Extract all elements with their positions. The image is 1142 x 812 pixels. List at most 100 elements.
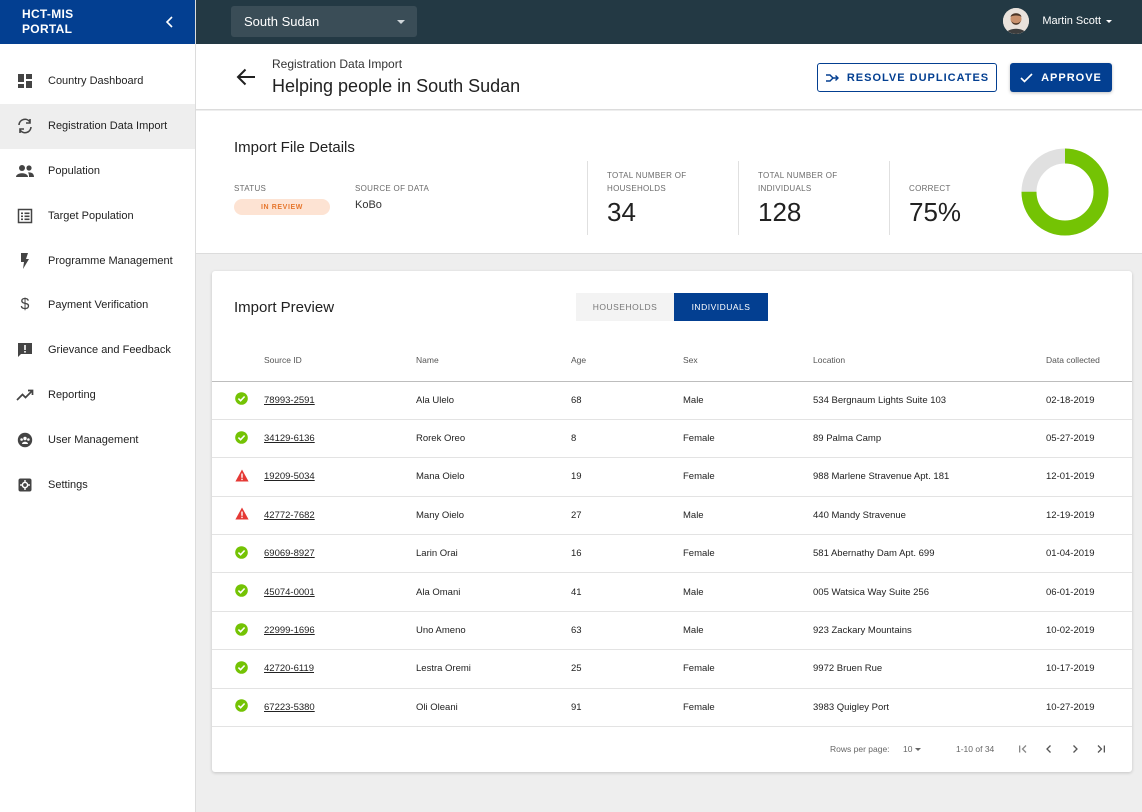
individuals-value: 128 (758, 197, 802, 227)
check-icon (1020, 72, 1033, 83)
dollar-icon: $ (20, 296, 30, 314)
table-row[interactable]: 67223-5380 Oli Oleani 91 Female 3983 Quigley… (212, 688, 1132, 728)
column-header-source-id[interactable]: Source ID (264, 340, 416, 382)
user-menu[interactable]: Martin Scott (1003, 8, 1112, 34)
previous-page-button[interactable] (1042, 742, 1056, 756)
import-file-details: Import File Details STATUS IN REVIEW SOU… (196, 111, 1142, 254)
age-cell: 91 (571, 688, 683, 728)
date-collected-cell: 10-17-2019 (1046, 649, 1132, 689)
sidebar-item-registration-data-import[interactable]: Registration Data Import (0, 103, 195, 149)
sidebar-item-target-population[interactable]: Target Population (0, 193, 195, 238)
date-collected-cell: 05-27-2019 (1046, 419, 1132, 459)
table-row[interactable]: 22999-1696 Uno Ameno 63 Male 923 Zackary Mou… (212, 611, 1132, 651)
source-id-link[interactable]: 42720-6119 (264, 663, 314, 674)
source-id-link[interactable]: 45074-0001 (264, 587, 315, 598)
name-cell: Lestra Oremi (416, 649, 571, 689)
status-field: STATUS IN REVIEW (234, 182, 330, 215)
merge-icon (825, 73, 839, 82)
check-circle-icon (235, 699, 248, 713)
sidebar-item-label: Target Population (48, 209, 134, 222)
source-id-link[interactable]: 69069-8927 (264, 548, 315, 559)
next-page-button[interactable] (1068, 742, 1082, 756)
households-stat: TOTAL NUMBER OF HOUSEHOLDS 34 (607, 169, 686, 228)
resolve-duplicates-label: RESOLVE DUPLICATES (846, 71, 990, 84)
name-cell: Mana Oielo (416, 457, 571, 497)
age-cell: 68 (571, 381, 683, 420)
households-label-line1: TOTAL NUMBER OF (607, 171, 687, 180)
correct-value: 75% (909, 197, 962, 227)
rows-per-page-select[interactable]: 10 (903, 744, 922, 754)
source-id-link[interactable]: 34129-6136 (264, 433, 315, 444)
table-row[interactable]: 69069-8927 Larin Orai 16 Female 581 Abernath… (212, 534, 1132, 574)
source-label: SOURCE OF DATA (355, 184, 430, 193)
user-name: Martin Scott (1042, 15, 1101, 27)
sidebar-item-user-management[interactable]: User Management (0, 417, 195, 462)
sidebar-item-label: Programme Management (48, 254, 173, 267)
details-title: Import File Details (234, 139, 355, 156)
column-header-age[interactable]: Age (571, 340, 683, 382)
location-cell: 440 Mandy Stravenue (813, 496, 1046, 536)
table-row[interactable]: 42772-7682 Many Oielo 27 Male 440 Mandy Stra… (212, 496, 1132, 536)
table-row[interactable]: 19209-5034 Mana Oielo 19 Female 988 Marlene … (212, 457, 1132, 497)
approve-button[interactable]: APPROVE (1010, 63, 1112, 92)
sidebar-item-label: Grievance and Feedback (48, 344, 171, 357)
sidebar-item-payment-verification[interactable]: $ Payment Verification (0, 283, 195, 328)
sidebar-item-reporting[interactable]: Reporting (0, 373, 195, 418)
table-header-row: Source ID Name Age Sex Location Data col… (212, 340, 1132, 382)
source-id-link[interactable]: 42772-7682 (264, 510, 315, 521)
check-circle-icon (235, 430, 248, 444)
last-page-button[interactable] (1094, 742, 1108, 756)
sex-cell: Female (683, 419, 813, 459)
chevron-down-icon (1106, 19, 1112, 23)
back-arrow-icon[interactable] (236, 68, 256, 86)
date-collected-cell: 01-04-2019 (1046, 534, 1132, 574)
age-cell: 25 (571, 649, 683, 689)
top-bar: South Sudan Martin Scott (196, 0, 1142, 44)
divider (738, 161, 739, 235)
age-cell: 16 (571, 534, 683, 574)
individuals-table: Source ID Name Age Sex Location Data col… (212, 340, 1132, 728)
table-row[interactable]: 78993-2591 Ala Ulelo 68 Male 534 Bergnaum Li… (212, 381, 1132, 420)
sidebar-item-settings[interactable]: Settings (0, 462, 195, 507)
flash-icon (16, 252, 34, 270)
tab-households[interactable]: HOUSEHOLDS (576, 293, 674, 321)
column-header-sex[interactable]: Sex (683, 340, 813, 382)
sidebar-item-programme-management[interactable]: Programme Management (0, 238, 195, 283)
table-row[interactable]: 45074-0001 Ala Omani 41 Male 005 Watsica Way… (212, 572, 1132, 612)
sidebar-item-grievance-and-feedback[interactable]: Grievance and Feedback (0, 328, 195, 373)
page-header: Registration Data Import Helping people … (196, 44, 1142, 110)
last-page-icon (1097, 745, 1105, 753)
location-cell: 89 Palma Camp (813, 419, 1046, 459)
column-header-location[interactable]: Location (813, 340, 1046, 382)
first-page-button[interactable] (1016, 742, 1030, 756)
date-collected-cell: 06-01-2019 (1046, 572, 1132, 612)
breadcrumb[interactable]: Registration Data Import (272, 57, 402, 71)
individuals-stat: TOTAL NUMBER OF INDIVIDUALS 128 (758, 169, 837, 228)
chevron-down-icon (915, 747, 922, 751)
sidebar: HCT-MIS PORTAL Country Dashboard Registr… (0, 0, 196, 812)
collapse-sidebar-button[interactable] (161, 14, 177, 30)
chevron-down-icon (397, 19, 405, 24)
source-id-link[interactable]: 22999-1696 (264, 625, 315, 636)
first-page-icon (1019, 745, 1027, 753)
preview-tabs: HOUSEHOLDS INDIVIDUALS (576, 293, 768, 321)
date-collected-cell: 10-27-2019 (1046, 688, 1132, 728)
column-header-data-collected[interactable]: Data collected (1046, 340, 1132, 382)
source-id-link[interactable]: 78993-2591 (264, 395, 315, 406)
table-row[interactable]: 34129-6136 Rorek Oreo 8 Female 89 Palma Camp… (212, 419, 1132, 459)
column-header-name[interactable]: Name (416, 340, 571, 382)
correct-label: CORRECT (909, 184, 951, 193)
resolve-duplicates-button[interactable]: RESOLVE DUPLICATES (817, 63, 997, 92)
tab-individuals[interactable]: INDIVIDUALS (674, 293, 768, 321)
sync-icon (16, 117, 34, 135)
sex-cell: Male (683, 496, 813, 536)
sidebar-item-population[interactable]: Population (0, 149, 195, 194)
location-cell: 581 Abernathy Dam Apt. 699 (813, 534, 1046, 574)
source-id-link[interactable]: 67223-5380 (264, 702, 315, 713)
sidebar-item-country-dashboard[interactable]: Country Dashboard (0, 59, 195, 104)
age-cell: 63 (571, 611, 683, 651)
country-select[interactable]: South Sudan (231, 6, 417, 37)
source-id-link[interactable]: 19209-5034 (264, 471, 315, 482)
date-collected-cell: 12-01-2019 (1046, 457, 1132, 497)
table-row[interactable]: 42720-6119 Lestra Oremi 25 Female 9972 Bruen… (212, 649, 1132, 689)
